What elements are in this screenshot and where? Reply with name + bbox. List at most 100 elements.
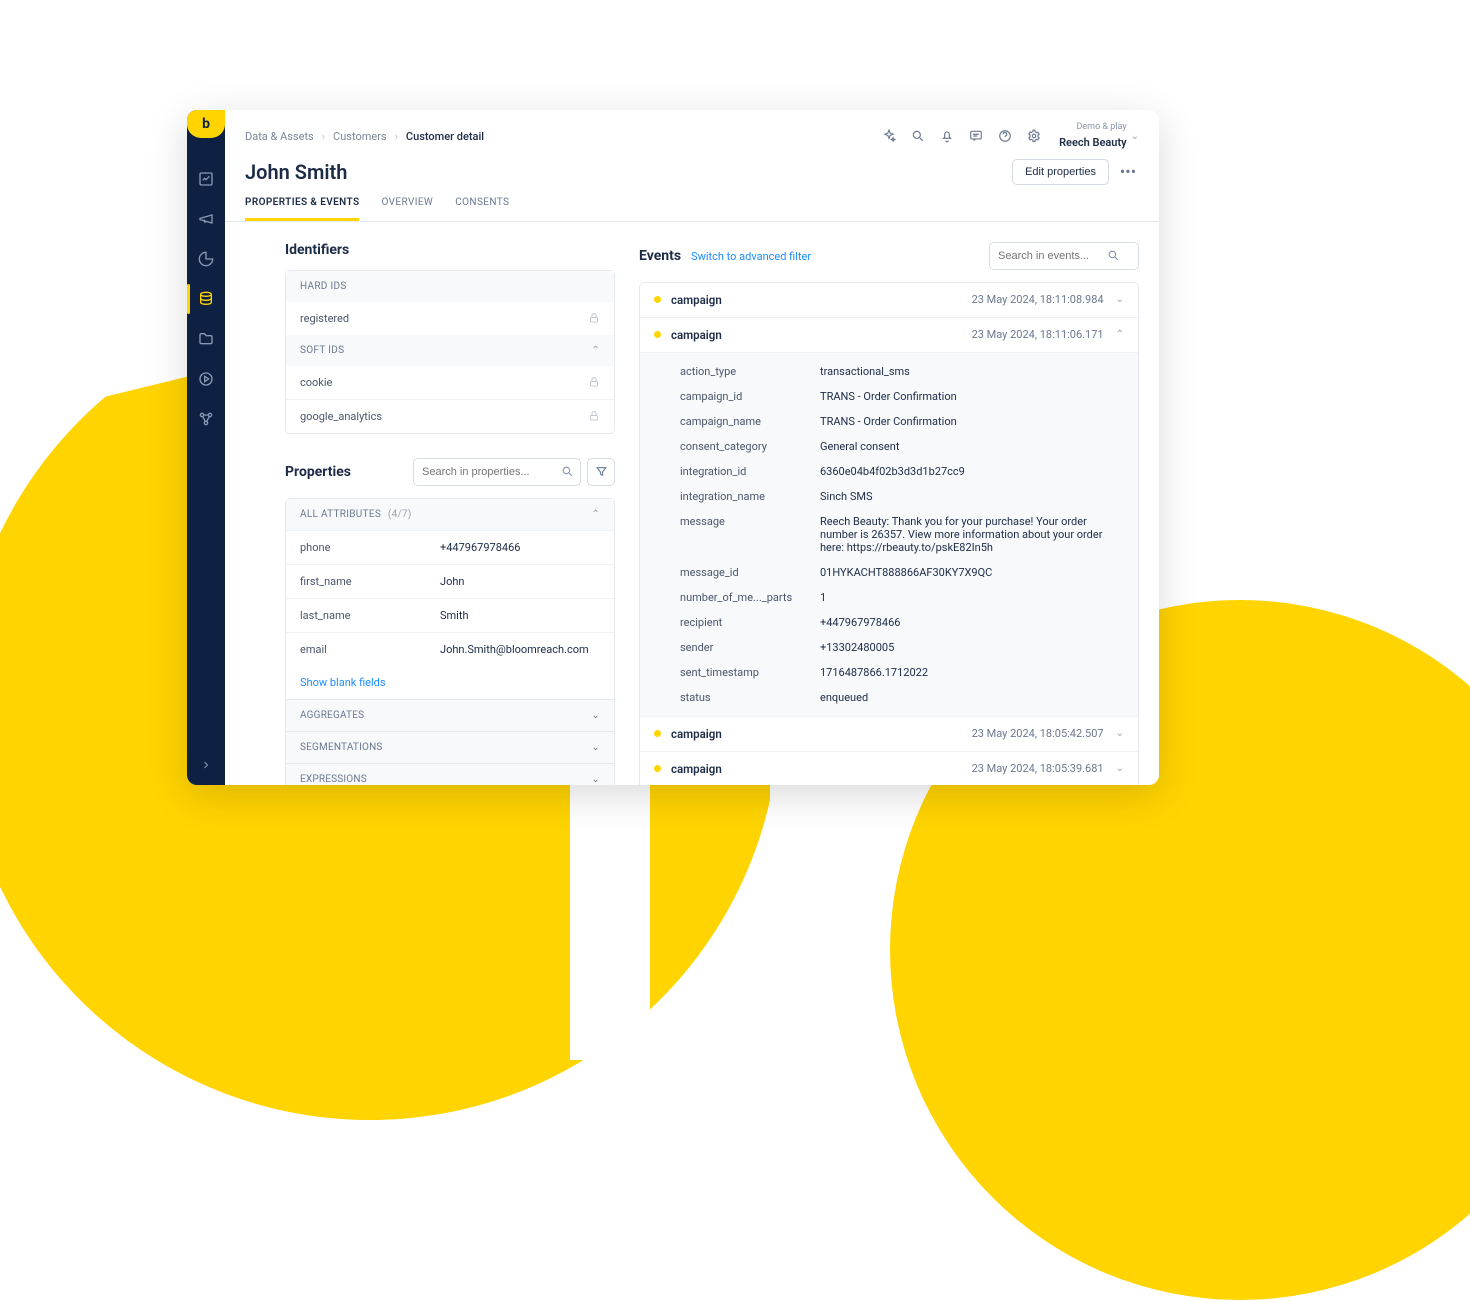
nav-campaigns-icon[interactable] xyxy=(197,210,215,228)
lock-icon xyxy=(588,312,600,324)
hard-ids-header[interactable]: HARD IDS xyxy=(286,271,614,302)
event-time: 23 May 2024, 18:11:06.171 xyxy=(972,328,1104,341)
detail-key: number_of_me..._parts xyxy=(680,591,820,604)
properties-search-input[interactable] xyxy=(414,466,554,478)
nav-data-assets-icon[interactable] xyxy=(197,290,215,308)
detail-row: number_of_me..._parts1 xyxy=(680,585,1124,610)
attr-count: (4/7) xyxy=(388,509,412,520)
lock-icon xyxy=(588,410,600,422)
event-name: campaign xyxy=(671,328,972,342)
sidebar: b xyxy=(187,110,225,785)
prop-key: first_name xyxy=(300,575,440,588)
event-dot-icon xyxy=(654,331,661,338)
chevron-up-icon: ⌃ xyxy=(591,509,600,520)
detail-value: transactional_sms xyxy=(820,365,1124,378)
nav-dashboard-icon[interactable] xyxy=(197,170,215,188)
section-segmentations[interactable]: SEGMENTATIONS ⌄ xyxy=(286,731,614,763)
nav-play-icon[interactable] xyxy=(197,370,215,388)
prop-value: Smith xyxy=(440,609,469,622)
prop-row-email[interactable]: email John.Smith@bloomreach.com xyxy=(286,632,614,666)
detail-key: sent_timestamp xyxy=(680,666,820,679)
properties-panel: ALL ATTRIBUTES (4/7) ⌃ phone +4479679784… xyxy=(285,498,615,785)
chat-icon[interactable] xyxy=(968,129,983,144)
event-row[interactable]: campaign 23 May 2024, 18:11:06.171 ⌃ xyxy=(640,317,1138,352)
all-attributes-header[interactable]: ALL ATTRIBUTES (4/7) ⌃ xyxy=(286,499,614,530)
id-row-cookie[interactable]: cookie xyxy=(286,366,614,399)
detail-row: sender+13302480005 xyxy=(680,635,1124,660)
detail-row: action_typetransactional_sms xyxy=(680,359,1124,384)
detail-value: Reech Beauty: Thank you for your purchas… xyxy=(820,515,1124,554)
soft-ids-label: SOFT IDS xyxy=(300,345,344,356)
detail-key: action_type xyxy=(680,365,820,378)
id-row-registered[interactable]: registered xyxy=(286,302,614,335)
crumb-current: Customer detail xyxy=(406,130,484,143)
detail-row: consent_categoryGeneral consent xyxy=(680,434,1124,459)
detail-value: TRANS - Order Confirmation xyxy=(820,415,1124,428)
id-cookie-label: cookie xyxy=(300,376,332,389)
detail-row: integration_id6360e04b4f02b3d3d1b27cc9 xyxy=(680,459,1124,484)
bell-icon[interactable] xyxy=(939,129,954,144)
sidebar-collapse-icon[interactable] xyxy=(200,759,212,771)
detail-key: campaign_name xyxy=(680,415,820,428)
workspace-name: Reech Beauty xyxy=(1059,136,1127,149)
event-list: campaign 23 May 2024, 18:11:08.984 ⌄ cam… xyxy=(639,282,1139,785)
detail-key: message_id xyxy=(680,566,820,579)
gear-icon[interactable] xyxy=(1026,129,1041,144)
nav-integrations-icon[interactable] xyxy=(197,410,215,428)
chevron-down-icon: ⌄ xyxy=(591,710,600,721)
search-icon[interactable] xyxy=(910,129,925,144)
crumb-customers[interactable]: Customers xyxy=(333,130,387,143)
workspace-switcher[interactable]: Demo & play Reech Beauty ⌄ xyxy=(1055,122,1139,151)
detail-value: Sinch SMS xyxy=(820,490,1124,503)
soft-ids-header[interactable]: SOFT IDS ⌃ xyxy=(286,335,614,366)
section-aggregates[interactable]: AGGREGATES ⌄ xyxy=(286,699,614,731)
prop-value: John xyxy=(440,575,464,588)
prop-key: last_name xyxy=(300,609,440,622)
event-row[interactable]: campaign 23 May 2024, 18:05:42.507 ⌄ xyxy=(640,716,1138,751)
nav-folder-icon[interactable] xyxy=(197,330,215,348)
detail-row: campaign_idTRANS - Order Confirmation xyxy=(680,384,1124,409)
chevron-down-icon: ⌄ xyxy=(591,774,600,785)
chevron-down-icon: ⌄ xyxy=(1116,294,1124,305)
breadcrumb: Data & Assets › Customers › Customer det… xyxy=(245,130,484,143)
show-blank-fields-link[interactable]: Show blank fields xyxy=(286,666,614,699)
event-time: 23 May 2024, 18:11:08.984 xyxy=(972,293,1104,306)
edit-properties-button[interactable]: Edit properties xyxy=(1012,159,1109,185)
tab-overview[interactable]: OVERVIEW xyxy=(381,197,433,221)
detail-key: message xyxy=(680,515,820,554)
event-detail-panel: action_typetransactional_sms campaign_id… xyxy=(640,352,1138,716)
id-row-google-analytics[interactable]: google_analytics xyxy=(286,399,614,433)
prop-row-first-name[interactable]: first_name John xyxy=(286,564,614,598)
properties-search[interactable] xyxy=(413,458,581,486)
tab-properties-events[interactable]: PROPERTIES & EVENTS xyxy=(245,197,359,221)
events-title: Events xyxy=(639,248,681,264)
filter-button[interactable] xyxy=(587,458,615,486)
chevron-down-icon: ⌄ xyxy=(1116,728,1124,739)
more-actions-icon[interactable]: ••• xyxy=(1117,161,1139,183)
brand-logo[interactable]: b xyxy=(187,110,225,138)
crumb-data-assets[interactable]: Data & Assets xyxy=(245,130,314,143)
detail-key: status xyxy=(680,691,820,704)
nav-analytics-icon[interactable] xyxy=(197,250,215,268)
detail-value: 6360e04b4f02b3d3d1b27cc9 xyxy=(820,465,1124,478)
prop-row-last-name[interactable]: last_name Smith xyxy=(286,598,614,632)
chevron-down-icon: ⌄ xyxy=(591,742,600,753)
chevron-right-icon: › xyxy=(322,130,325,143)
switch-advanced-filter-link[interactable]: Switch to advanced filter xyxy=(691,250,811,263)
help-icon[interactable] xyxy=(997,129,1012,144)
identifiers-title: Identifiers xyxy=(285,242,615,258)
chevron-right-icon: › xyxy=(395,130,398,143)
ai-sparkle-icon[interactable] xyxy=(881,129,896,144)
detail-value: enqueued xyxy=(820,691,1124,704)
events-search[interactable] xyxy=(989,242,1139,270)
event-row[interactable]: campaign 23 May 2024, 18:11:08.984 ⌄ xyxy=(640,283,1138,317)
tab-consents[interactable]: CONSENTS xyxy=(455,197,509,221)
prop-row-phone[interactable]: phone +447967978466 xyxy=(286,530,614,564)
section-expressions[interactable]: EXPRESSIONS ⌄ xyxy=(286,763,614,785)
detail-row: integration_nameSinch SMS xyxy=(680,484,1124,509)
events-search-input[interactable] xyxy=(990,250,1100,262)
detail-value: +447967978466 xyxy=(820,616,1124,629)
detail-value: +13302480005 xyxy=(820,641,1124,654)
event-row[interactable]: campaign 23 May 2024, 18:05:39.681 ⌄ xyxy=(640,751,1138,785)
expressions-label: EXPRESSIONS xyxy=(300,774,367,785)
